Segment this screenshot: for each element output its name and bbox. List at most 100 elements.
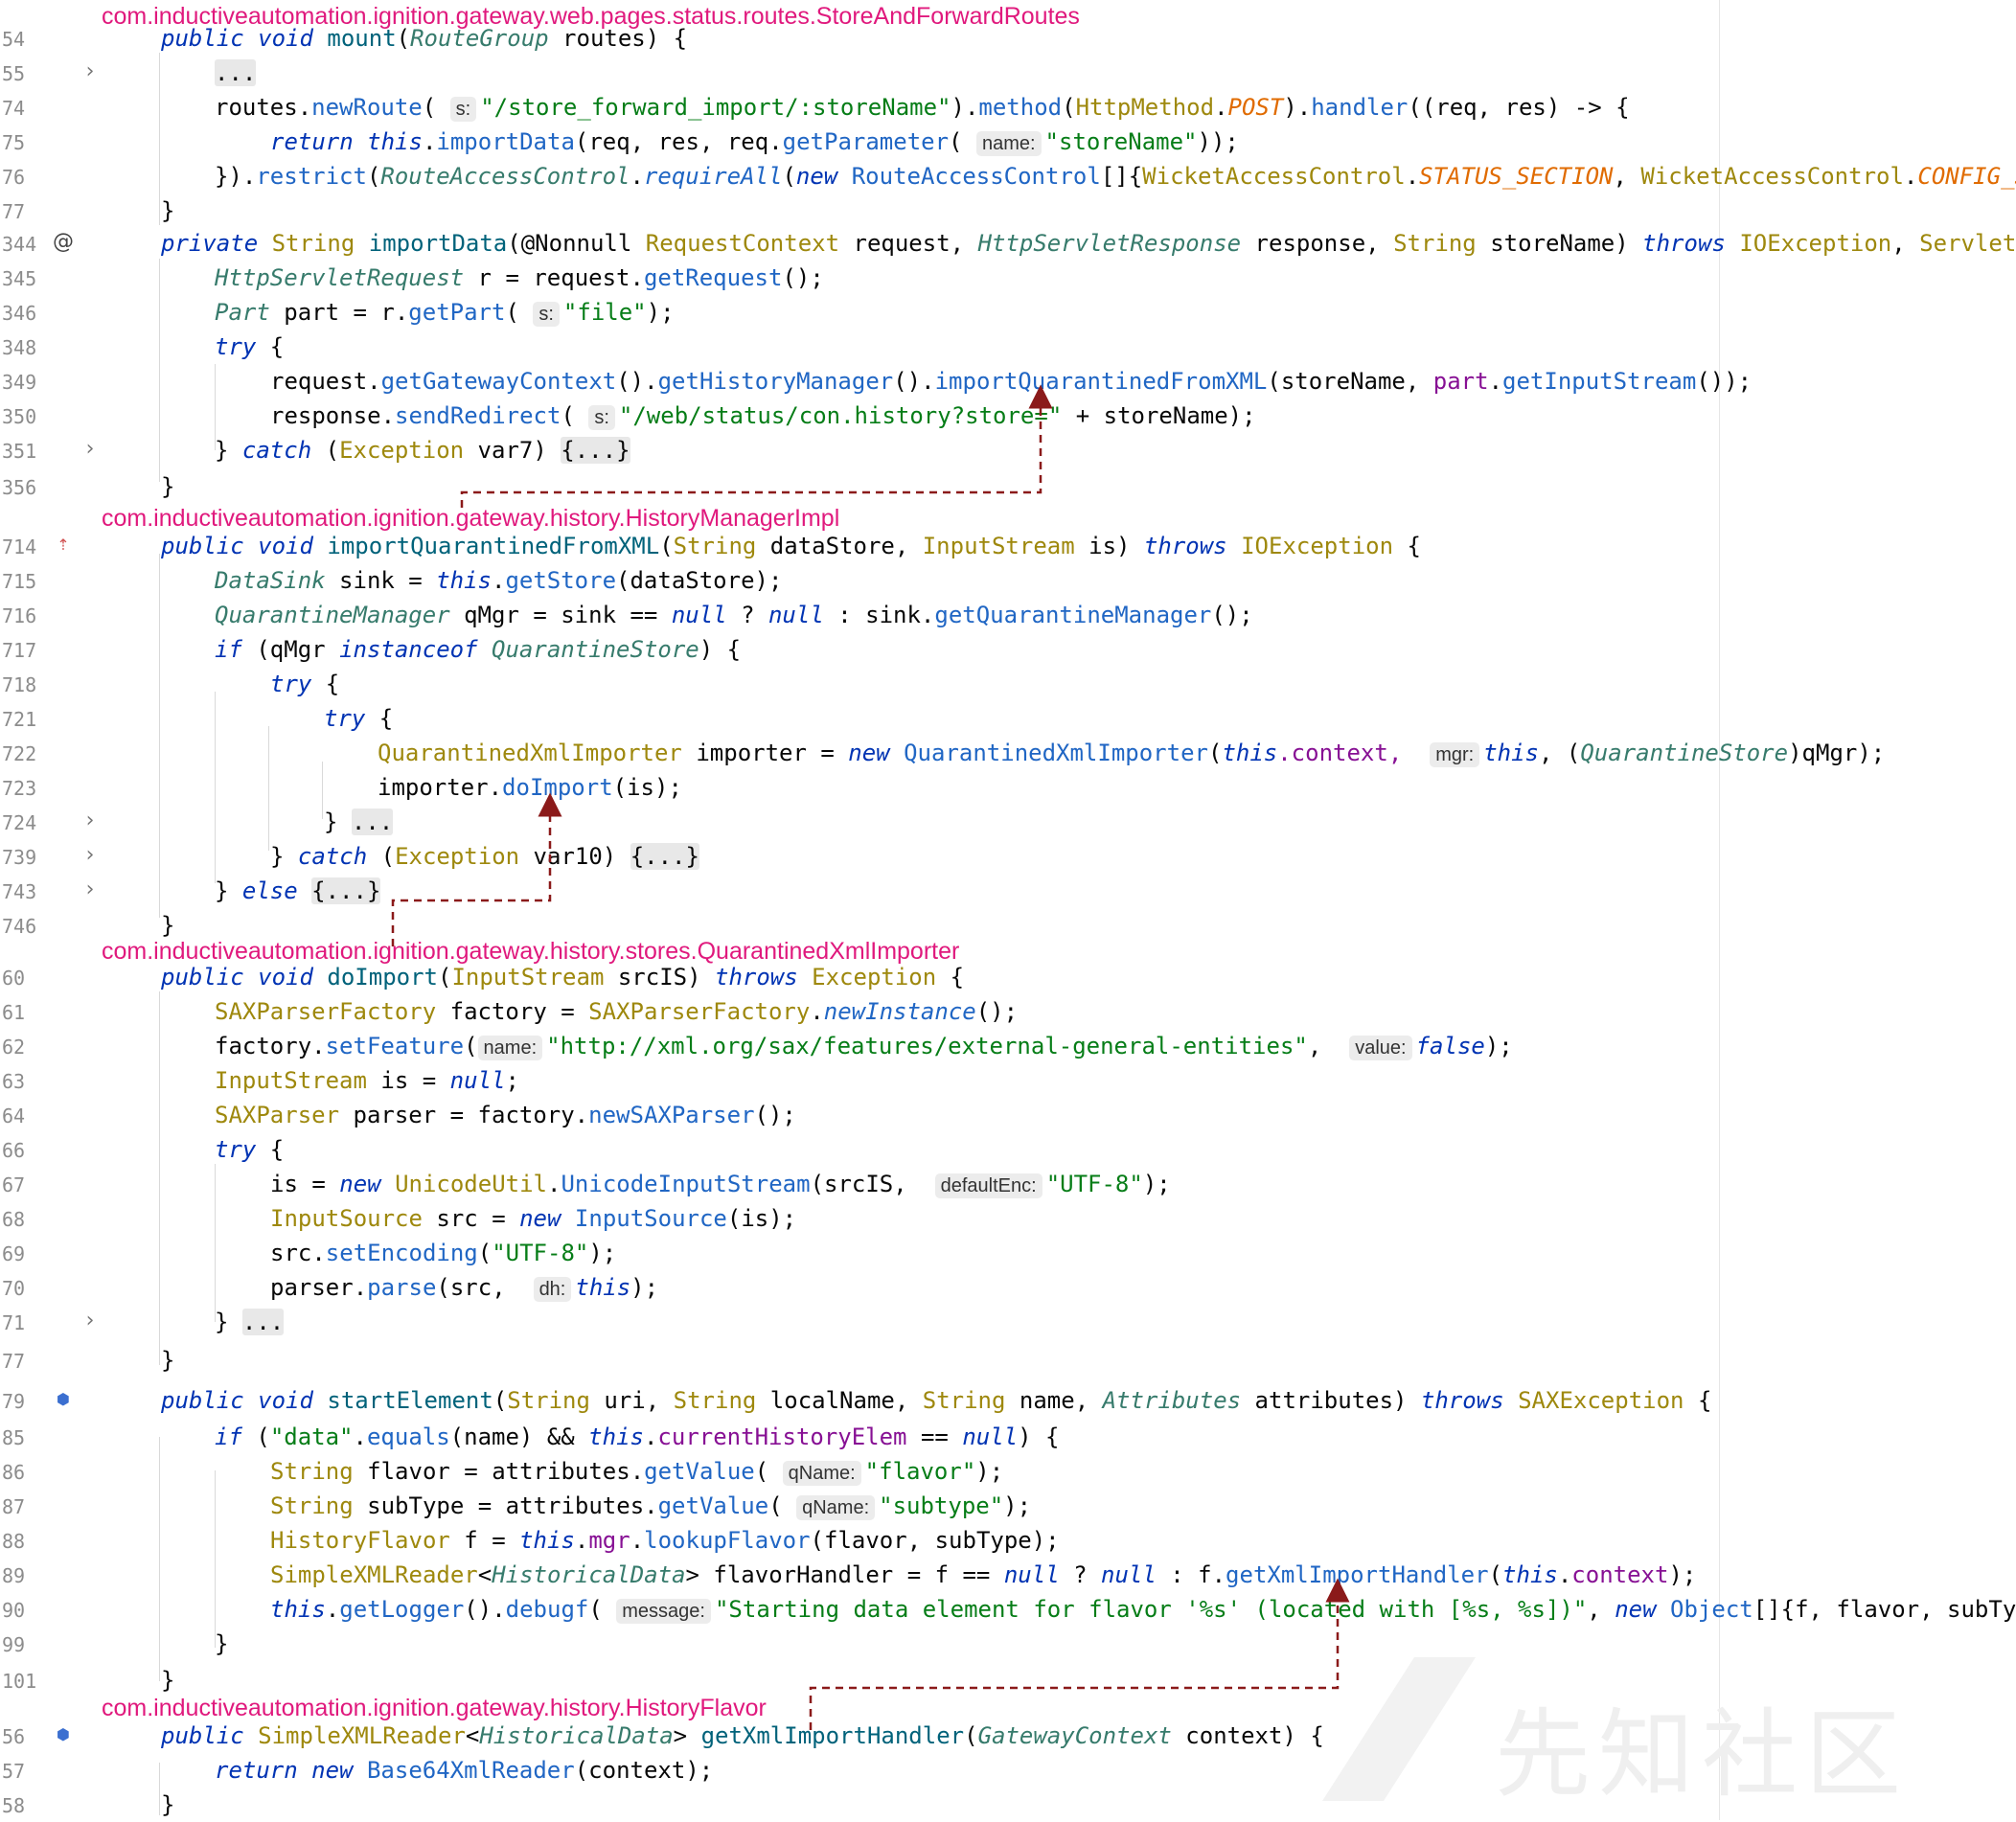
- folded-code[interactable]: ...: [351, 809, 394, 835]
- code-text[interactable]: String subType = attributes.getValue( qN…: [270, 1492, 1031, 1520]
- code-text[interactable]: public SimpleXMLReader<HistoricalData> g…: [161, 1722, 1324, 1749]
- override-icon[interactable]: ⬢: [52, 1723, 75, 1746]
- code-line[interactable]: 77 }: [0, 1343, 2016, 1378]
- code-text[interactable]: if (qMgr instanceof QuarantineStore) {: [215, 636, 741, 663]
- code-line[interactable]: 717 if (qMgr instanceof QuarantineStore)…: [0, 632, 2016, 667]
- code-line[interactable]: 64 SAXParser parser = factory.newSAXPars…: [0, 1098, 2016, 1132]
- code-text[interactable]: public void importQuarantinedFromXML(Str…: [161, 533, 1421, 559]
- code-text[interactable]: routes.newRoute( s: "/store_forward_impor…: [215, 94, 1630, 122]
- code-line[interactable]: 721 try {: [0, 701, 2016, 736]
- code-line[interactable]: 89 SimpleXMLReader<HistoricalData> flavo…: [0, 1558, 2016, 1592]
- code-text[interactable]: InputSource src = new InputSource(is);: [270, 1205, 796, 1232]
- code-line[interactable]: 85 if ("data".equals(name) && this.curre…: [0, 1420, 2016, 1454]
- code-text[interactable]: if ("data".equals(name) && this.currentH…: [215, 1423, 1059, 1450]
- code-text[interactable]: } ...: [324, 809, 394, 835]
- folded-code[interactable]: {...}: [561, 437, 630, 464]
- code-text[interactable]: src.setEncoding("UTF-8");: [270, 1240, 616, 1266]
- code-text[interactable]: Part part = r.getPart( s: "file");: [215, 299, 675, 327]
- code-line[interactable]: 71 › } ...: [0, 1305, 2016, 1339]
- code-line[interactable]: 348 try {: [0, 330, 2016, 364]
- code-line[interactable]: 716 QuarantineManager qMgr = sink == nul…: [0, 598, 2016, 632]
- code-text[interactable]: factory.setFeature(name: "http://xml.org/…: [215, 1033, 1513, 1060]
- code-text[interactable]: SimpleXMLReader<HistoricalData> flavorHa…: [270, 1561, 1696, 1588]
- annotation-icon[interactable]: @: [52, 231, 75, 254]
- implements-icon[interactable]: ⇡: [52, 534, 75, 557]
- code-line[interactable]: 63 InputStream is = null;: [0, 1063, 2016, 1098]
- code-text[interactable]: QuarantinedXmlImporter importer = new Qu…: [378, 740, 1885, 767]
- code-line[interactable]: 67 is = new UnicodeUtil.UnicodeInputStre…: [0, 1167, 2016, 1201]
- code-line[interactable]: 62 factory.setFeature(name: "http://xml.o…: [0, 1029, 2016, 1063]
- code-line[interactable]: 722 QuarantinedXmlImporter importer = ne…: [0, 736, 2016, 770]
- code-line[interactable]: 723 importer.doImport(is);: [0, 770, 2016, 805]
- code-text[interactable]: is = new UnicodeUtil.UnicodeInputStream(…: [270, 1171, 1171, 1198]
- code-text[interactable]: QuarantineManager qMgr = sink == null ? …: [215, 602, 1253, 628]
- code-line[interactable]: 70 parser.parse(src, dh: this);: [0, 1270, 2016, 1305]
- code-text[interactable]: public void startElement(String uri, Str…: [161, 1387, 1711, 1414]
- folded-code[interactable]: ...: [215, 59, 257, 86]
- code-text[interactable]: importer.doImport(is);: [378, 774, 682, 801]
- fold-chevron-icon[interactable]: ›: [79, 878, 102, 901]
- code-text[interactable]: HistoryFlavor f = this.mgr.lookupFlavor(…: [270, 1527, 1060, 1554]
- code-line[interactable]: 350 response.sendRedirect( s: "/web/statu…: [0, 399, 2016, 433]
- code-text[interactable]: try {: [270, 671, 339, 697]
- code-text[interactable]: ...: [215, 59, 257, 86]
- code-text[interactable]: }: [215, 1630, 228, 1657]
- code-line[interactable]: 346 Part part = r.getPart( s: "file");: [0, 295, 2016, 330]
- code-line[interactable]: 66 try {: [0, 1132, 2016, 1167]
- code-text[interactable]: } ...: [215, 1309, 285, 1335]
- code-text[interactable]: try {: [215, 333, 284, 360]
- code-text[interactable]: } catch (Exception var7) {...}: [215, 437, 630, 464]
- code-text[interactable]: HttpServletRequest r = request.getReques…: [215, 264, 824, 291]
- code-text[interactable]: request.getGatewayContext().getHistoryMa…: [270, 368, 1752, 395]
- code-text[interactable]: private String importData(@Nonnull Reque…: [161, 230, 2016, 257]
- fold-chevron-icon[interactable]: ›: [79, 438, 102, 461]
- code-line[interactable]: 61 SAXParserFactory factory = SAXParserF…: [0, 994, 2016, 1029]
- fold-chevron-icon[interactable]: ›: [79, 60, 102, 83]
- code-line[interactable]: 69 src.setEncoding("UTF-8");: [0, 1236, 2016, 1270]
- code-line[interactable]: 351 › } catch (Exception var7) {...}: [0, 433, 2016, 467]
- code-text[interactable]: }: [161, 1791, 174, 1818]
- folded-code[interactable]: {...}: [630, 843, 699, 870]
- code-text[interactable]: this.getLogger().debugf( message: "Starti…: [270, 1596, 2016, 1624]
- code-line[interactable]: 356 }: [0, 469, 2016, 504]
- override-icon[interactable]: ⬢: [52, 1388, 75, 1411]
- code-text[interactable]: return this.importData(req, res, req.get…: [270, 128, 1239, 156]
- code-text[interactable]: public void doImport(InputStream srcIS) …: [161, 964, 964, 991]
- code-text[interactable]: InputStream is = null;: [215, 1067, 519, 1094]
- code-text[interactable]: response.sendRedirect( s: "/web/status/co…: [270, 402, 1256, 430]
- code-line[interactable]: 714 ⇡ public void importQuarantinedFromX…: [0, 529, 2016, 563]
- code-line[interactable]: 345 HttpServletRequest r = request.getRe…: [0, 261, 2016, 295]
- code-text[interactable]: }: [161, 1347, 174, 1374]
- code-line[interactable]: 74 routes.newRoute( s: "/store_forward_im…: [0, 90, 2016, 125]
- code-text[interactable]: } catch (Exception var10) {...}: [270, 843, 699, 870]
- code-line[interactable]: 718 try {: [0, 667, 2016, 701]
- code-text[interactable]: String flavor = attributes.getValue( qNa…: [270, 1458, 1003, 1486]
- code-line[interactable]: 77 }: [0, 194, 2016, 228]
- code-text[interactable]: DataSink sink = this.getStore(dataStore)…: [215, 567, 782, 594]
- code-text[interactable]: try {: [324, 705, 393, 732]
- code-line[interactable]: 54 public void mount(RouteGroup routes) …: [0, 21, 2016, 56]
- folded-code[interactable]: ...: [241, 1309, 285, 1335]
- code-text[interactable]: public void mount(RouteGroup routes) {: [161, 25, 687, 52]
- code-line[interactable]: 76 }).restrict(RouteAccessControl.requir…: [0, 159, 2016, 194]
- fold-chevron-icon[interactable]: ›: [79, 809, 102, 832]
- code-line[interactable]: 344 @ private String importData(@Nonnull…: [0, 226, 2016, 261]
- code-line[interactable]: 87 String subType = attributes.getValue(…: [0, 1489, 2016, 1523]
- code-line[interactable]: 55 › ...: [0, 56, 2016, 90]
- code-line[interactable]: 724 › } ...: [0, 805, 2016, 839]
- folded-code[interactable]: {...}: [311, 877, 381, 904]
- code-text[interactable]: }: [161, 1667, 174, 1694]
- code-text[interactable]: try {: [215, 1136, 284, 1163]
- code-text[interactable]: }: [161, 197, 174, 224]
- code-line[interactable]: 75 return this.importData(req, res, req.…: [0, 125, 2016, 159]
- code-line[interactable]: 79 ⬢ public void startElement(String uri…: [0, 1383, 2016, 1418]
- fold-chevron-icon[interactable]: ›: [79, 844, 102, 867]
- code-line[interactable]: 60 public void doImport(InputStream srcI…: [0, 960, 2016, 994]
- code-line[interactable]: 715 DataSink sink = this.getStore(dataSt…: [0, 563, 2016, 598]
- code-text[interactable]: } else {...}: [215, 877, 381, 904]
- fold-chevron-icon[interactable]: ›: [79, 1310, 102, 1332]
- code-line[interactable]: 68 InputSource src = new InputSource(is)…: [0, 1201, 2016, 1236]
- code-text[interactable]: SAXParserFactory factory = SAXParserFact…: [215, 998, 1018, 1025]
- code-line[interactable]: 88 HistoryFlavor f = this.mgr.lookupFlav…: [0, 1523, 2016, 1558]
- code-text[interactable]: }).restrict(RouteAccessControl.requireAl…: [215, 163, 2016, 190]
